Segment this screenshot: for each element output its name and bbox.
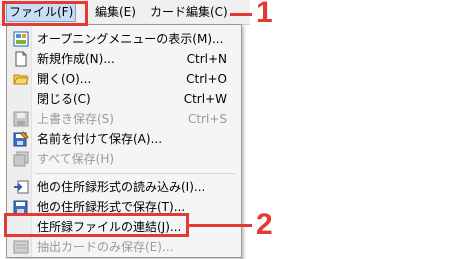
import-icon (13, 179, 29, 195)
extract-save-icon (13, 239, 29, 255)
menu-item-label: 他の住所録形式の読み込み(I)... (37, 180, 206, 194)
menu-edit[interactable]: 編集(E) (95, 3, 136, 21)
callout-2-number: 2 (256, 208, 273, 241)
menu-item-label: 上書き保存(S) (37, 112, 114, 126)
open-folder-icon (13, 71, 29, 87)
menu-item-shortcut: Ctrl+W (183, 92, 227, 106)
save-icon (13, 111, 29, 127)
menu-item-label: 新規作成(N)... (37, 52, 115, 66)
menu-item-shortcut: Ctrl+N (186, 52, 227, 66)
callout-1-number: 1 (256, 0, 273, 29)
callout-2-highlight (4, 213, 189, 237)
menu-item-open[interactable]: 開く(O)... Ctrl+O (9, 69, 239, 89)
menu-item-shortcut: Ctrl+O (186, 72, 227, 86)
menu-item-label: オープニングメニューの表示(M)... (37, 32, 224, 46)
callout-1-highlight (2, 1, 88, 26)
menu-item-new[interactable]: 新規作成(N)... Ctrl+N (9, 49, 239, 69)
menu-item-save-all[interactable]: すべて保存(H) (9, 149, 239, 169)
new-document-icon (13, 51, 29, 67)
menu-item-label: 名前を付けて保存(A)... (37, 132, 163, 146)
menu-item-close[interactable]: 閉じる(C) Ctrl+W (9, 89, 239, 109)
menu-card-edit[interactable]: カード編集(C) (150, 3, 228, 21)
menu-item-save-as[interactable]: 名前を付けて保存(A)... (9, 129, 239, 149)
menu-separator (35, 173, 235, 174)
menu-item-save[interactable]: 上書き保存(S) Ctrl+S (9, 109, 239, 129)
save-as-icon (13, 131, 29, 147)
menu-item-import[interactable]: 他の住所録形式の読み込み(I)... (9, 177, 239, 197)
menu-item-save-extracted[interactable]: 抽出カードのみ保存(E)... (9, 237, 239, 257)
menu-item-label: すべて保存(H) (37, 152, 115, 166)
menu-item-opening-menu[interactable]: オープニングメニューの表示(M)... (9, 29, 239, 49)
menu-item-label: 閉じる(C) (37, 92, 91, 106)
callout-1-line (230, 13, 252, 16)
menu-item-label: 抽出カードのみ保存(E)... (37, 240, 174, 254)
save-all-icon (13, 151, 29, 167)
menu-item-label: 開く(O)... (37, 72, 92, 86)
callout-2-line (186, 224, 252, 227)
menu-item-shortcut: Ctrl+S (187, 112, 227, 126)
opening-menu-icon (13, 31, 29, 47)
